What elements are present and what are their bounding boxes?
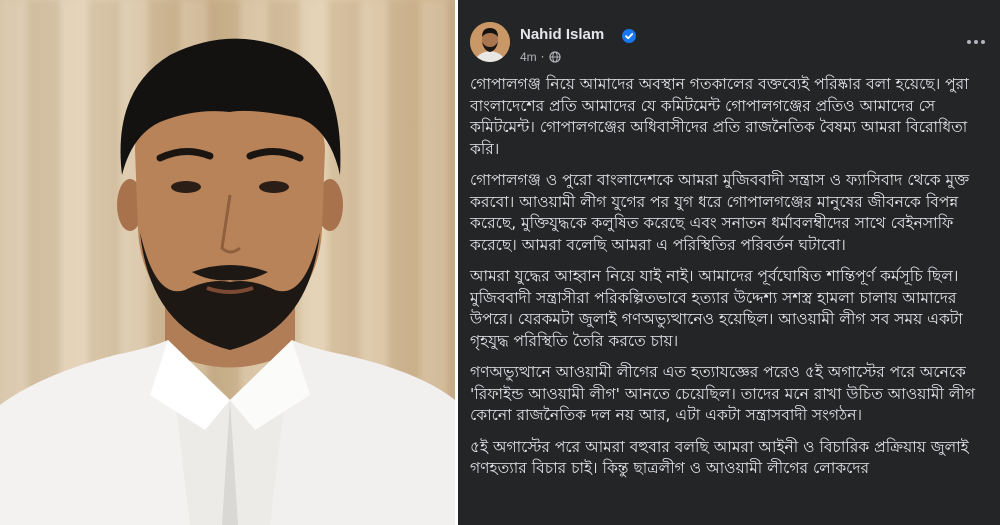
globe-icon[interactable] [548, 51, 561, 63]
right-eye [259, 181, 289, 193]
post-header: Nahid Islam 4m · [470, 20, 988, 68]
verified-badge-icon [622, 29, 636, 43]
post-timestamp[interactable]: 4m [520, 50, 537, 64]
post-paragraph: গোপালগঞ্জ নিয়ে আমাদের অবস্থান গতকালের ব… [470, 75, 969, 158]
post-paragraph: গোপালগঞ্জ ও পুরো বাংলাদেশকে আমরা মুজিববা… [470, 171, 970, 254]
portrait-photo [0, 0, 455, 525]
facebook-post: Nahid Islam 4m · গোপালগঞ্জ নিয়ে আমাদের … [458, 0, 1000, 525]
avatar-image [470, 22, 510, 62]
post-paragraph: গণঅভ্যুত্থানে আওয়ামী লীগের এত হত্যাযজ্ঞ… [470, 363, 976, 424]
author-name[interactable]: Nahid Islam [520, 26, 604, 43]
author-avatar[interactable] [470, 22, 510, 62]
more-options-icon[interactable] [964, 30, 988, 54]
post-paragraph: আমরা যুদ্ধের আহ্বান নিয়ে যাই নাই। আমাদে… [470, 267, 963, 350]
left-eye [171, 181, 201, 193]
portrait-illustration [0, 38, 455, 525]
post-paragraph: ৫ই অগাস্টের পরে আমরা বহুবার বলছি আমরা আই… [470, 437, 969, 478]
meta-separator: · [540, 50, 545, 64]
post-meta: 4m · [520, 49, 561, 65]
post-text: গোপালগঞ্জ নিয়ে আমাদের অবস্থান গতকালের ব… [470, 74, 990, 490]
